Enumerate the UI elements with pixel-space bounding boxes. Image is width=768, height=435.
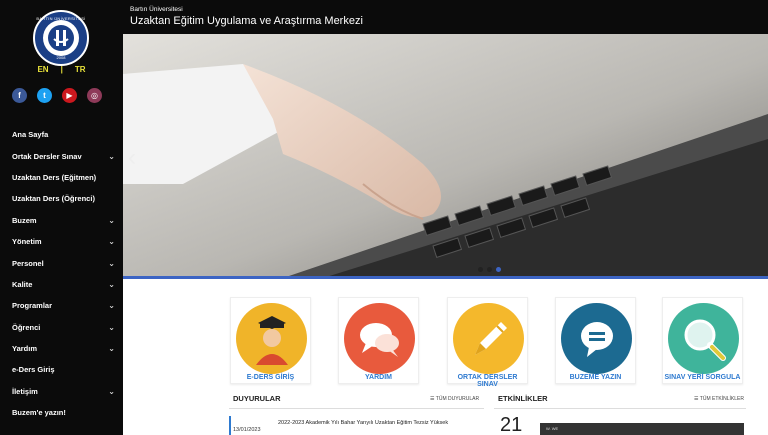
sidebar-item-label: Uzaktan Ders (Öğrenci) <box>12 194 95 204</box>
facebook-icon[interactable]: f <box>12 88 27 103</box>
chevron-down-icon[interactable]: ⌄ <box>108 280 115 289</box>
announcements-divider <box>229 408 484 409</box>
sidebar-nav: Ana Sayfa Ortak Dersler Sınav ⌄ Uzaktan Der… <box>0 124 123 423</box>
instagram-icon[interactable]: ◎ <box>87 88 102 103</box>
sidebar-item-label: Ortak Dersler Sınav <box>12 151 82 161</box>
slider-dot[interactable] <box>487 267 492 272</box>
sidebar-item-label: Buzem'e yazın! <box>12 408 66 418</box>
sidebar-item[interactable]: Ana Sayfa <box>0 124 123 145</box>
lang-tr-link[interactable]: TR <box>75 65 86 74</box>
slider-dots <box>478 267 501 272</box>
hero-slider[interactable]: ‹ <box>123 34 768 278</box>
sidebar-item[interactable]: Personel ⌄ <box>0 252 123 273</box>
pencil-icon <box>453 303 524 374</box>
quick-link-tile[interactable]: YARDIM <box>338 297 419 384</box>
chevron-down-icon[interactable]: ⌄ <box>108 237 115 246</box>
chevron-down-icon[interactable]: ⌄ <box>108 301 115 310</box>
chevron-down-icon[interactable]: ⌄ <box>108 216 115 225</box>
sidebar-item[interactable]: Buzem'e yazın! <box>0 402 123 423</box>
announcements-heading: DUYURULAR <box>233 394 281 403</box>
logo-emblem-icon <box>43 20 79 56</box>
sidebar-item-label: Yönetim <box>12 237 42 247</box>
quick-link-label: SINAV YERİ SORGULA <box>664 374 741 381</box>
slider-dot[interactable] <box>478 267 483 272</box>
chat-bubbles-icon <box>344 303 415 374</box>
sidebar-item[interactable]: Ortak Dersler Sınav ⌄ <box>0 145 123 166</box>
event-image-text: W. WE <box>546 426 559 431</box>
announcement-date: 13/01/2023 <box>233 427 261 433</box>
logo-year: 2008 <box>56 55 66 60</box>
all-announcements-link[interactable]: ☰ TÜM DUYURULAR <box>430 396 479 402</box>
sidebar-item-label: Yardım <box>12 344 38 354</box>
social-links: f t ▶ ◎ <box>12 88 102 103</box>
announcement-title[interactable]: 2022-2023 Akademik Yılı Bahar Yarıyılı U… <box>278 420 483 427</box>
event-image[interactable]: W. WE <box>540 423 744 435</box>
university-logo[interactable]: BARTIN ÜNİVERSİTESİ 2008 <box>33 10 89 66</box>
announcement-marker <box>229 416 231 435</box>
sidebar-item-label: Personel <box>12 258 44 268</box>
sidebar-item-label: Uzaktan Ders (Eğitmen) <box>12 172 97 182</box>
chevron-down-icon[interactable]: ⌄ <box>108 152 115 161</box>
hero-underline <box>123 276 768 279</box>
page: BARTIN ÜNİVERSİTESİ 2008 EN | TR f t ▶ ◎ Ana … <box>0 0 768 435</box>
quick-link-label: BUZEME YAZIN <box>569 374 622 381</box>
chevron-down-icon[interactable]: ⌄ <box>108 259 115 268</box>
sidebar-item-label: e-Ders Giriş <box>12 365 55 375</box>
sidebar-item[interactable]: Yönetim ⌄ <box>0 231 123 252</box>
events-heading: ETKİNLİKLER <box>498 394 548 403</box>
logo-ring-text: BARTIN ÜNİVERSİTESİ <box>36 16 86 21</box>
sidebar-item-label: Buzem <box>12 215 37 225</box>
all-events-link[interactable]: ☰ TÜM ETKİNLİKLER <box>694 396 744 402</box>
events-divider <box>494 408 746 409</box>
sidebar-item[interactable]: İletişim ⌄ <box>0 381 123 402</box>
sidebar-item-label: Kalite <box>12 279 33 289</box>
slider-dot[interactable] <box>496 267 501 272</box>
university-name[interactable]: Bartın Üniversitesi <box>130 6 183 13</box>
chevron-down-icon[interactable]: ⌄ <box>108 344 115 353</box>
youtube-icon[interactable]: ▶ <box>62 88 77 103</box>
quick-link-tile[interactable]: E-DERS GİRİŞ <box>230 297 311 384</box>
language-switcher: EN | TR <box>0 65 123 74</box>
quick-link-tile[interactable]: BUZEME YAZIN <box>555 297 636 384</box>
sidebar: BARTIN ÜNİVERSİTESİ 2008 EN | TR f t ▶ ◎ Ana … <box>0 0 123 435</box>
sidebar-item[interactable]: Kalite ⌄ <box>0 274 123 295</box>
sidebar-item-label: Programlar <box>12 301 53 311</box>
hero-image <box>123 34 768 278</box>
quick-link-tile[interactable]: ORTAK DERSLER SINAV <box>447 297 528 388</box>
lang-separator: | <box>60 65 63 74</box>
twitter-icon[interactable]: t <box>37 88 52 103</box>
sidebar-item[interactable]: Yardım ⌄ <box>0 338 123 359</box>
sidebar-item[interactable]: Programlar ⌄ <box>0 295 123 316</box>
sidebar-item-label: Öğrenci <box>12 322 41 332</box>
sidebar-item[interactable]: Öğrenci ⌄ <box>0 317 123 338</box>
quick-link-label: E-DERS GİRİŞ <box>246 374 295 381</box>
sidebar-item[interactable]: Uzaktan Ders (Öğrenci) <box>0 188 123 209</box>
sidebar-item-label: Ana Sayfa <box>12 130 49 140</box>
chevron-down-icon[interactable]: ⌄ <box>108 323 115 332</box>
magnifier-icon <box>668 303 739 374</box>
site-header: Bartın Üniversitesi Uzaktan Eğitim Uygul… <box>123 0 768 34</box>
graduate-icon <box>236 303 307 374</box>
sidebar-item[interactable]: Buzem ⌄ <box>0 210 123 231</box>
quick-link-label: YARDIM <box>365 374 392 381</box>
lang-en-link[interactable]: EN <box>37 65 48 74</box>
slider-prev-arrow-icon[interactable]: ‹ <box>128 144 136 172</box>
site-title[interactable]: Uzaktan Eğitim Uygulama ve Araştırma Mer… <box>130 15 363 27</box>
sidebar-item[interactable]: e-Ders Giriş <box>0 359 123 380</box>
quick-link-label: ORTAK DERSLER SINAV <box>457 374 518 388</box>
quick-link-tile[interactable]: SINAV YERİ SORGULA <box>662 297 743 384</box>
chevron-down-icon[interactable]: ⌄ <box>108 387 115 396</box>
message-icon <box>561 303 632 374</box>
sidebar-item-label: İletişim <box>12 386 38 396</box>
event-day: 21 <box>500 414 523 435</box>
sidebar-item[interactable]: Uzaktan Ders (Eğitmen) <box>0 167 123 188</box>
